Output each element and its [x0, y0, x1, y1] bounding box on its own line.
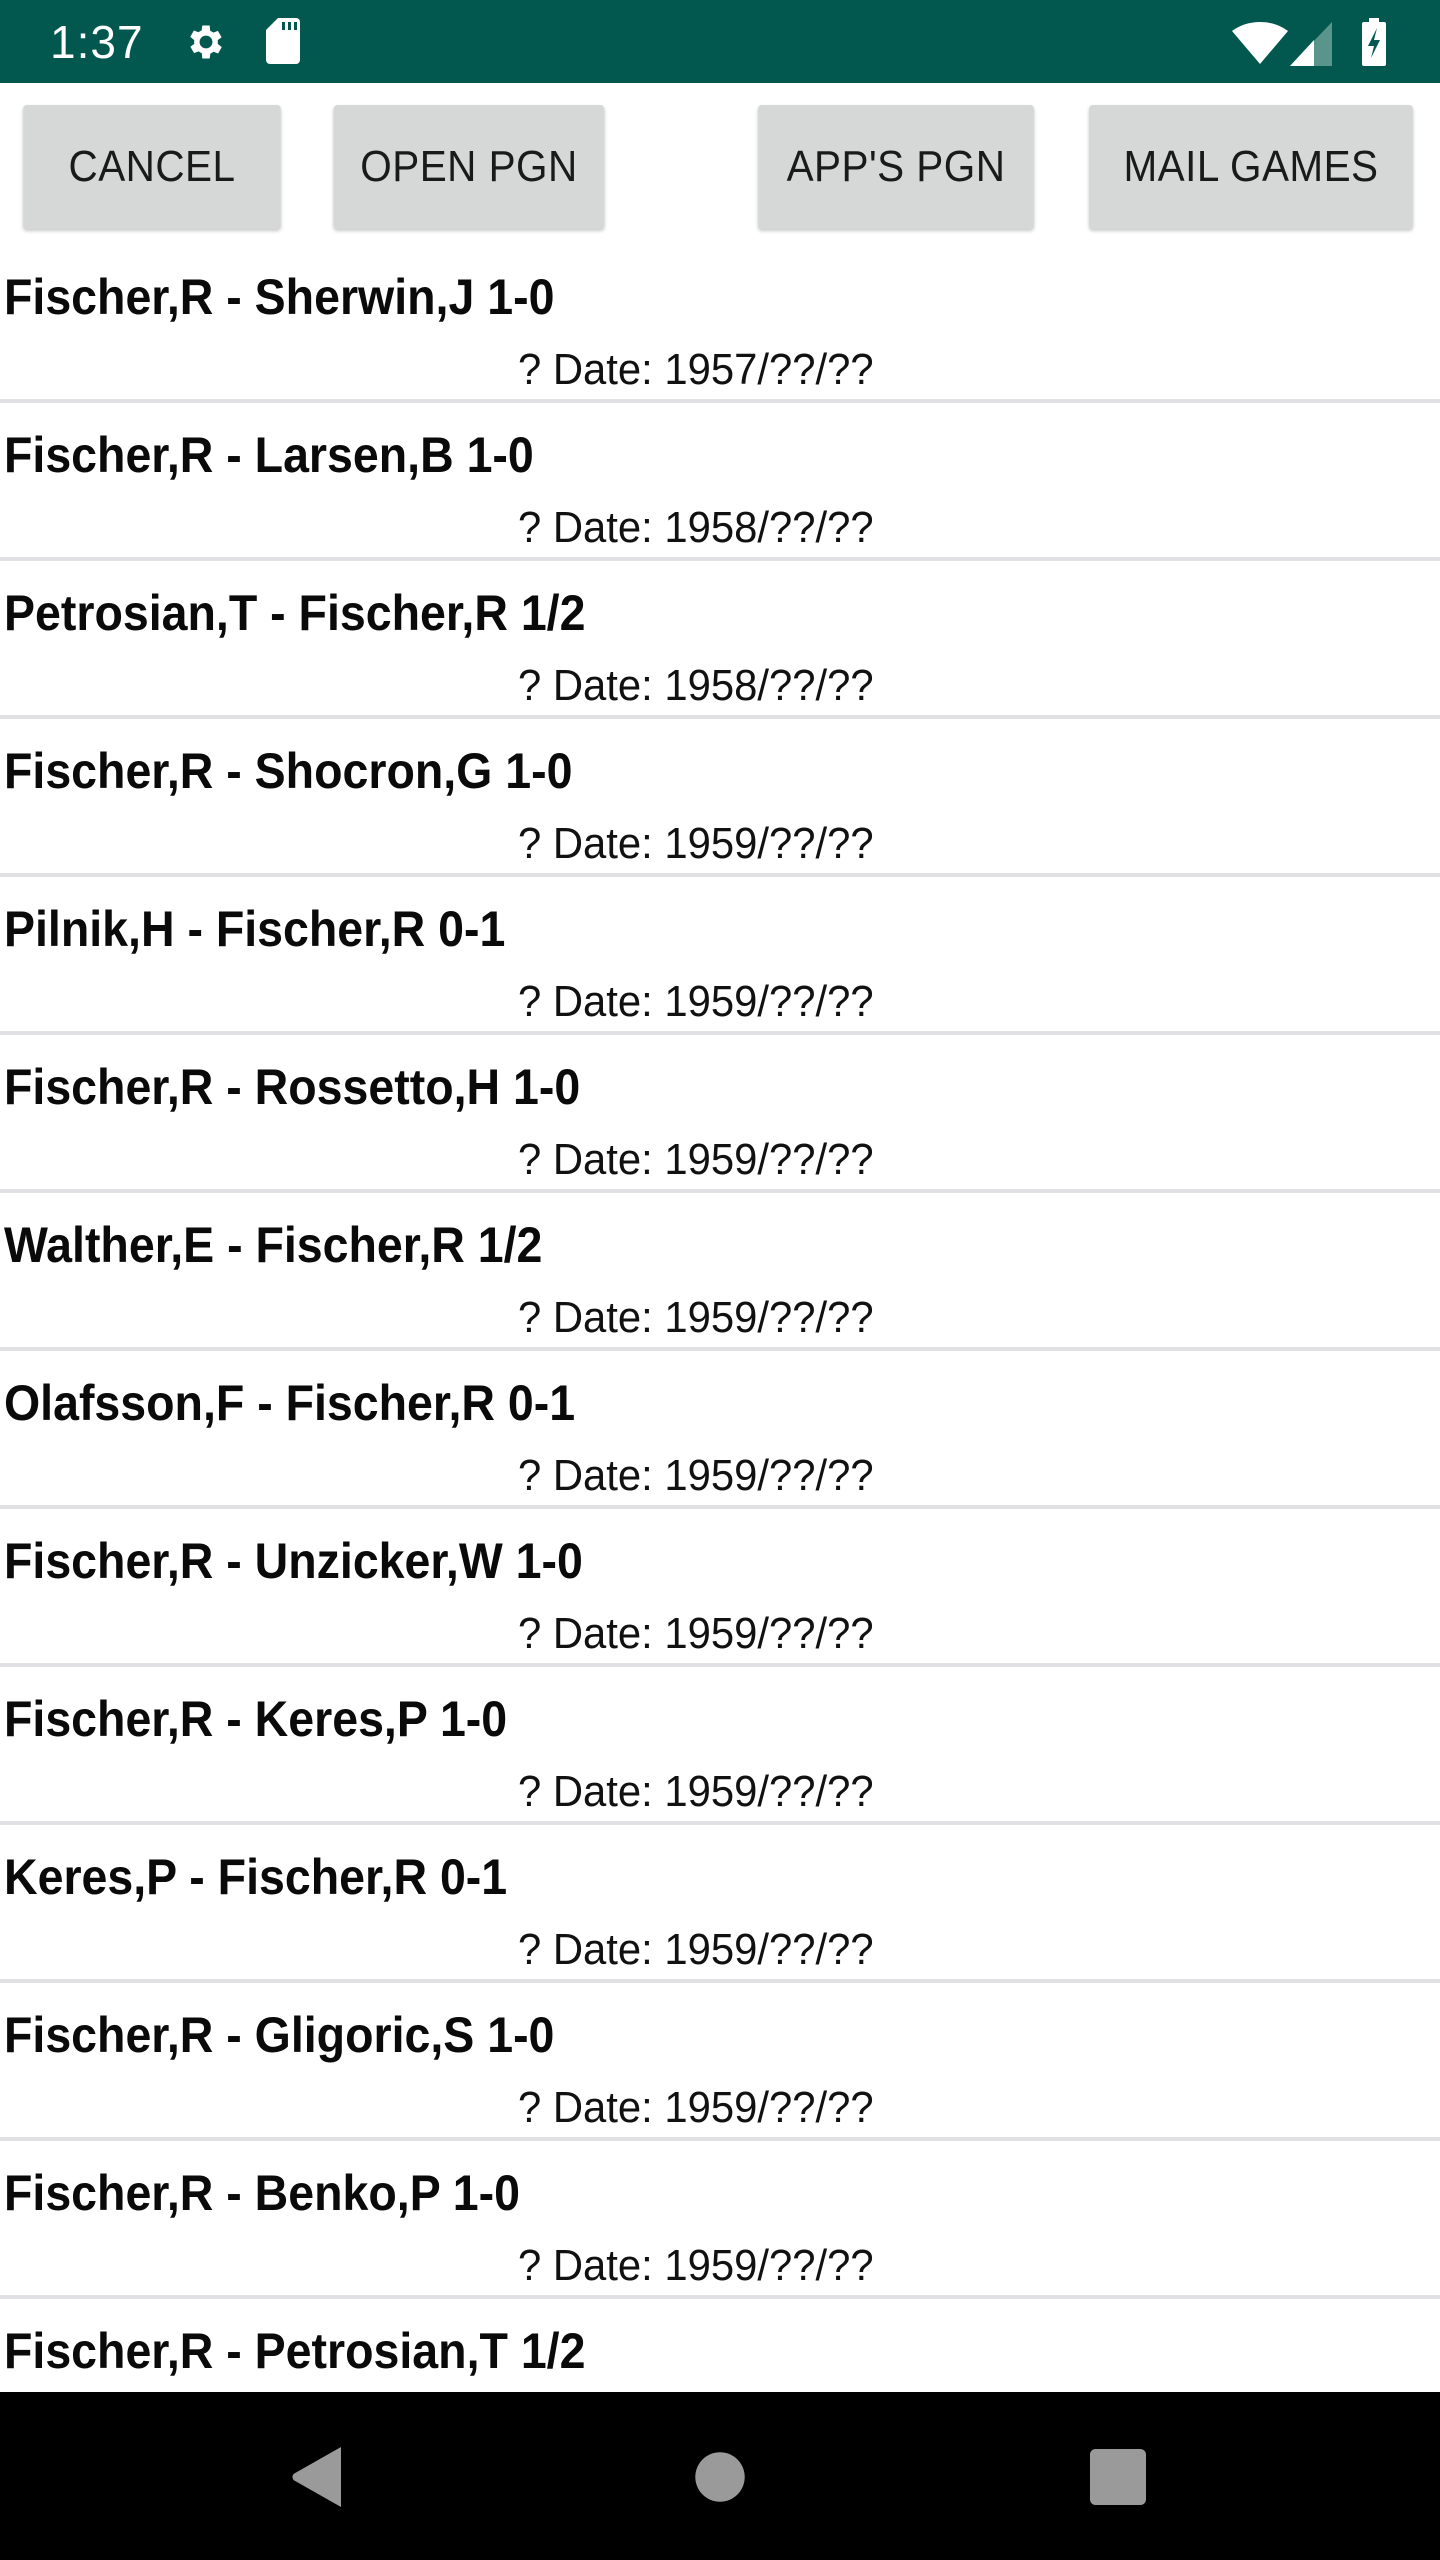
navigation-bar — [0, 2392, 1440, 2560]
game-title: Fischer,R - Shocron,G 1-0 — [4, 743, 573, 799]
game-list-item[interactable]: Fischer,R - Unzicker,W 1-0 ? Date: 1959/… — [0, 1509, 1440, 1667]
apps-pgn-button[interactable]: APP'S PGN — [758, 105, 1034, 229]
game-date: ? Date: 1959/??/?? — [518, 1925, 874, 1974]
status-bar: 1:37 — [0, 0, 1440, 83]
game-title: Fischer,R - Benko,P 1-0 — [4, 2165, 521, 2221]
game-list-item[interactable]: Fischer,R - Shocron,G 1-0 ? Date: 1959/?… — [0, 719, 1440, 877]
home-button[interactable] — [675, 2442, 765, 2512]
mail-games-button[interactable]: MAIL GAMES — [1089, 105, 1413, 229]
game-date: ? Date: 1959/??/?? — [518, 1135, 874, 1184]
game-title: Pilnik,H - Fischer,R 0-1 — [4, 901, 506, 957]
game-date: ? Date: 1958/??/?? — [518, 661, 874, 710]
game-list[interactable]: Fischer,R - Sherwin,J 1-0 ? Date: 1957/?… — [0, 245, 1440, 2392]
game-title: Fischer,R - Sherwin,J 1-0 — [4, 269, 555, 325]
game-list-item[interactable]: Pilnik,H - Fischer,R 0-1 ? Date: 1959/??… — [0, 877, 1440, 1035]
wifi-icon — [1232, 22, 1288, 64]
game-list-item[interactable]: Fischer,R - Benko,P 1-0 ? Date: 1959/??/… — [0, 2141, 1440, 2299]
game-date: ? Date: 1959/??/?? — [518, 1451, 874, 1500]
game-date: ? Date: 1959/??/?? — [518, 819, 874, 868]
game-list-item[interactable]: Fischer,R - Petrosian,T 1/2 — [0, 2299, 1440, 2392]
recents-icon — [1090, 2449, 1146, 2505]
game-date: ? Date: 1959/??/?? — [518, 1293, 874, 1342]
game-title: Fischer,R - Larsen,B 1-0 — [4, 427, 534, 483]
recents-button[interactable] — [1073, 2442, 1163, 2512]
open-pgn-button-label: OPEN PGN — [360, 142, 578, 191]
apps-pgn-button-label: APP'S PGN — [786, 142, 1006, 191]
battery-charging-icon — [1362, 18, 1386, 66]
game-date: ? Date: 1959/??/?? — [518, 2241, 874, 2290]
game-list-item[interactable]: Fischer,R - Rossetto,H 1-0 ? Date: 1959/… — [0, 1035, 1440, 1193]
game-date: ? Date: 1959/??/?? — [518, 977, 874, 1026]
cellular-signal-icon — [1290, 22, 1332, 66]
action-toolbar: CANCEL OPEN PGN APP'S PGN MAIL GAMES — [0, 83, 1440, 243]
settings-gear-icon — [190, 25, 222, 59]
cancel-button[interactable]: CANCEL — [23, 105, 281, 229]
game-title: Walther,E - Fischer,R 1/2 — [4, 1217, 543, 1273]
game-list-item[interactable]: Walther,E - Fischer,R 1/2 ? Date: 1959/?… — [0, 1193, 1440, 1351]
game-title: Keres,P - Fischer,R 0-1 — [4, 1849, 508, 1905]
game-title: Fischer,R - Petrosian,T 1/2 — [4, 2323, 586, 2379]
game-title: Fischer,R - Unzicker,W 1-0 — [4, 1533, 583, 1589]
game-date: ? Date: 1959/??/?? — [518, 1609, 874, 1658]
game-date: ? Date: 1957/??/?? — [518, 345, 874, 394]
sd-card-icon — [266, 18, 300, 64]
game-list-item[interactable]: Olafsson,F - Fischer,R 0-1 ? Date: 1959/… — [0, 1351, 1440, 1509]
game-list-item[interactable]: Keres,P - Fischer,R 0-1 ? Date: 1959/??/… — [0, 1825, 1440, 1983]
open-pgn-button[interactable]: OPEN PGN — [333, 105, 605, 229]
mail-games-button-label: MAIL GAMES — [1123, 142, 1379, 191]
game-title: Fischer,R - Rossetto,H 1-0 — [4, 1059, 581, 1115]
game-title: Olafsson,F - Fischer,R 0-1 — [4, 1375, 576, 1431]
game-date: ? Date: 1959/??/?? — [518, 1767, 874, 1816]
status-time: 1:37 — [50, 16, 144, 68]
game-title: Fischer,R - Keres,P 1-0 — [4, 1691, 508, 1747]
game-title: Petrosian,T - Fischer,R 1/2 — [4, 585, 586, 641]
game-title: Fischer,R - Gligoric,S 1-0 — [4, 2007, 555, 2063]
game-list-item[interactable]: Fischer,R - Keres,P 1-0 ? Date: 1959/??/… — [0, 1667, 1440, 1825]
game-list-item[interactable]: Fischer,R - Larsen,B 1-0 ? Date: 1958/??… — [0, 403, 1440, 561]
game-list-item[interactable]: Petrosian,T - Fischer,R 1/2 ? Date: 1958… — [0, 561, 1440, 719]
back-button[interactable] — [272, 2442, 362, 2512]
game-list-item[interactable]: Fischer,R - Sherwin,J 1-0 ? Date: 1957/?… — [0, 245, 1440, 403]
game-list-item[interactable]: Fischer,R - Gligoric,S 1-0 ? Date: 1959/… — [0, 1983, 1440, 2141]
game-date: ? Date: 1958/??/?? — [518, 503, 874, 552]
back-icon — [292, 2447, 341, 2507]
cancel-button-label: CANCEL — [68, 142, 236, 191]
home-icon — [695, 2452, 745, 2502]
game-date: ? Date: 1959/??/?? — [518, 2083, 874, 2132]
